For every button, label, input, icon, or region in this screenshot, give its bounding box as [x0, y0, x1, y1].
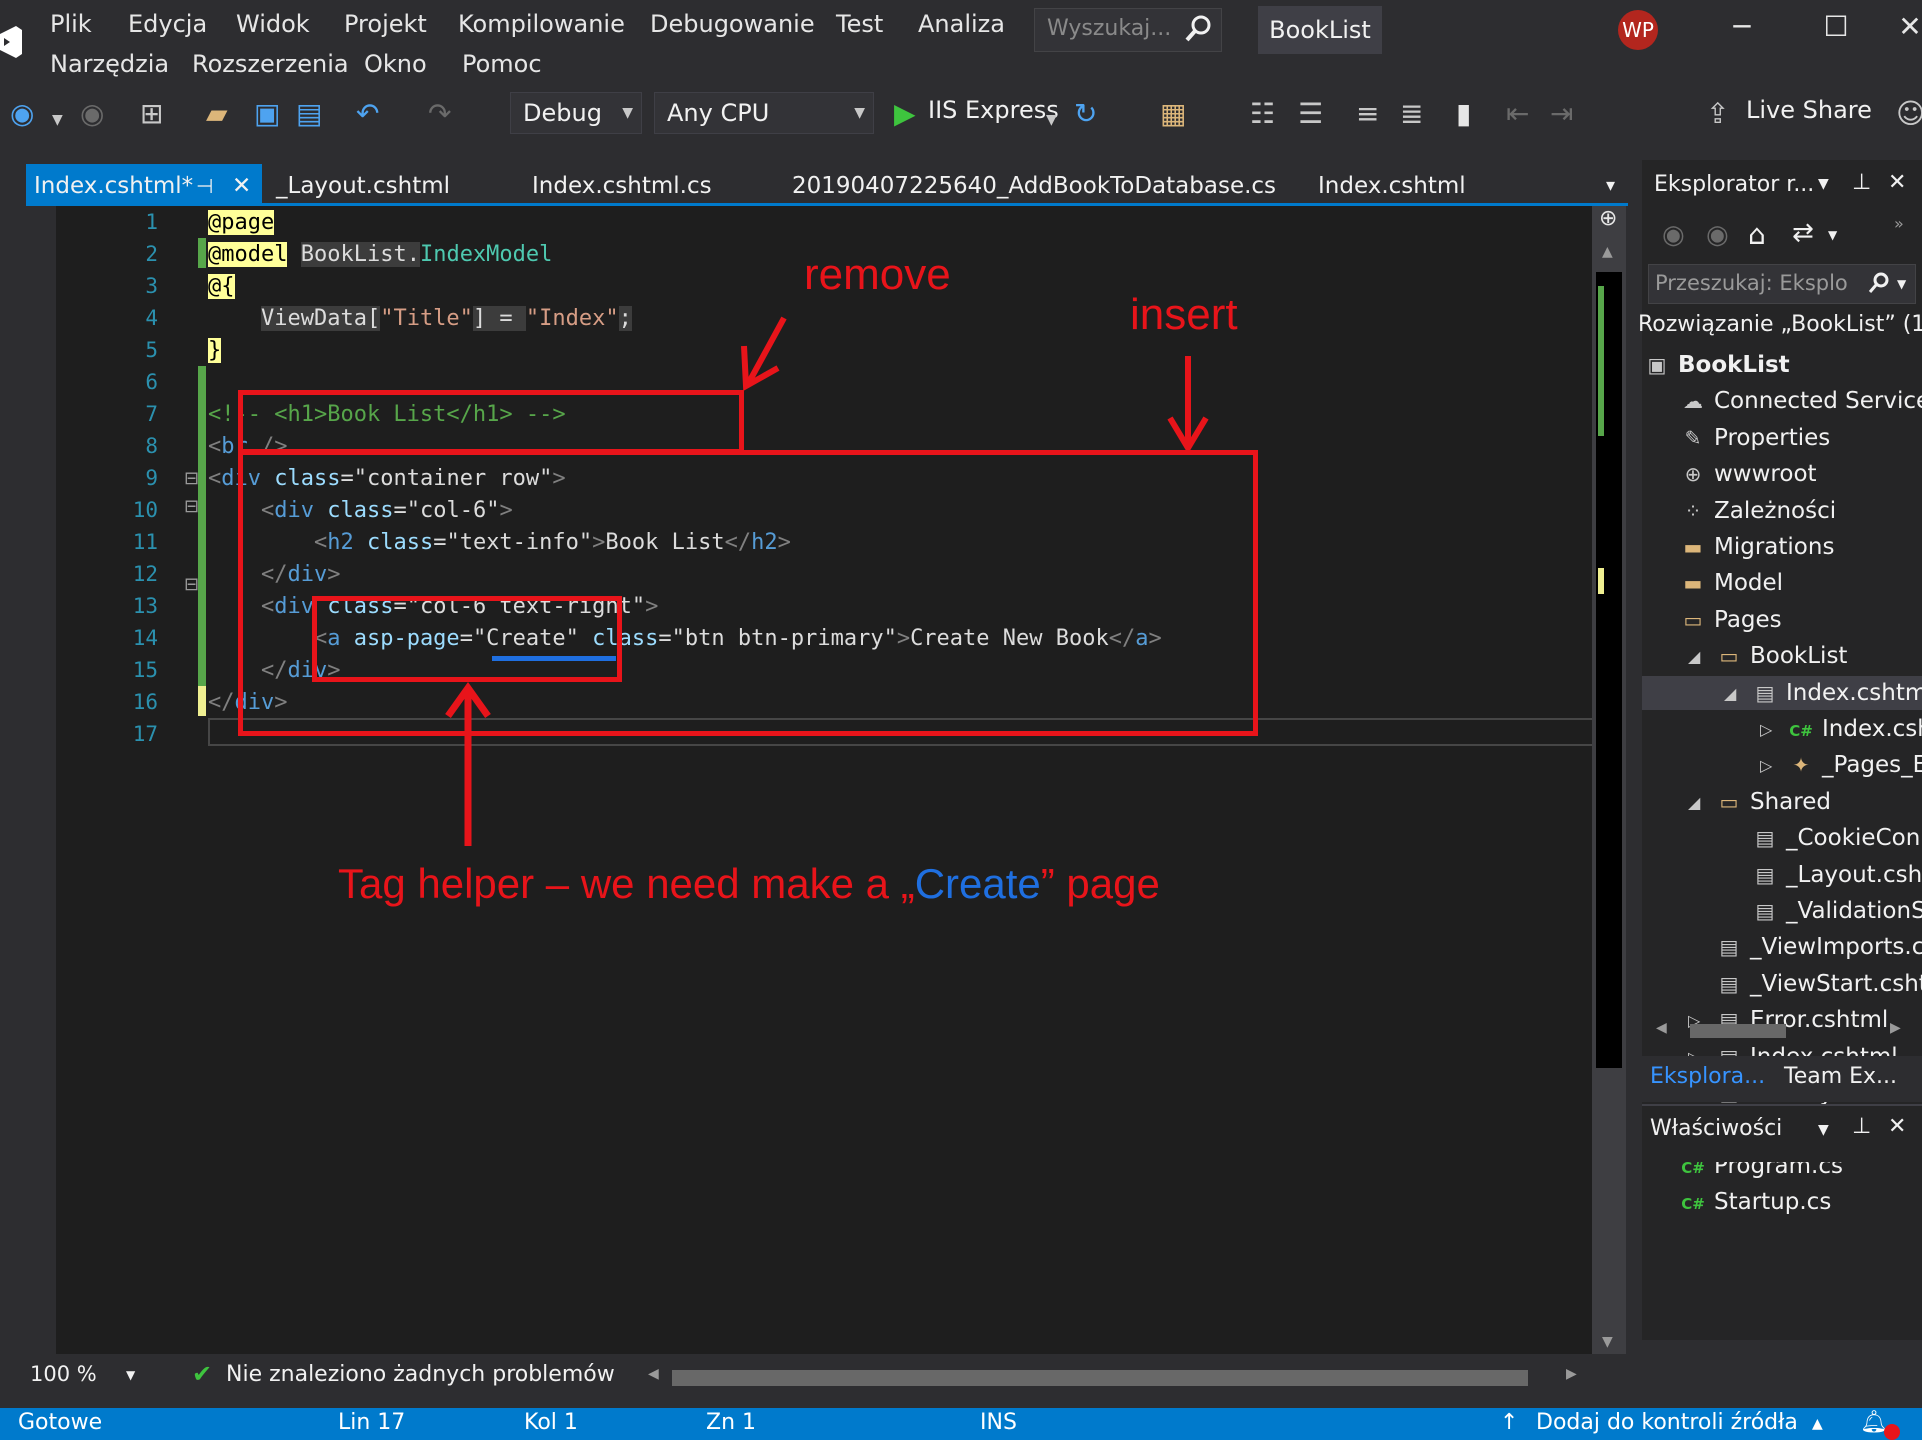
visual-studio-window: Plik Edycja Widok Projekt Kompilowanie D…: [0, 0, 1922, 1440]
annotation-arrows: [445, 316, 1209, 846]
